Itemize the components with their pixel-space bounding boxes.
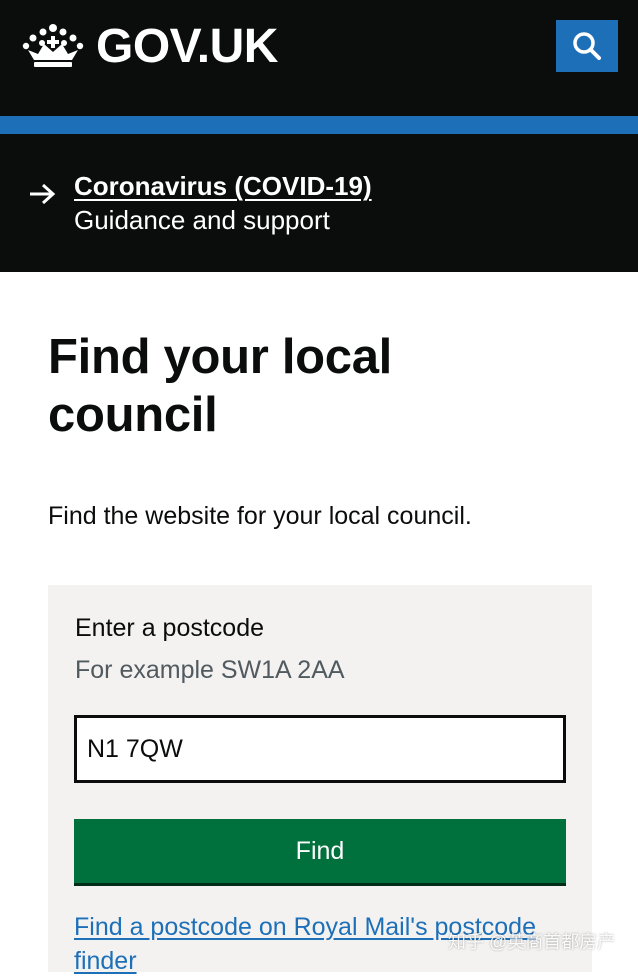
covid-subtext: Guidance and support bbox=[74, 205, 330, 235]
crown-icon bbox=[22, 24, 84, 67]
covid-link[interactable]: Coronavirus (COVID-19) bbox=[74, 170, 372, 202]
lead-paragraph: Find the website for your local council. bbox=[48, 502, 472, 530]
page-title: Find your local council bbox=[48, 330, 392, 442]
search-icon bbox=[573, 32, 601, 60]
header-blue-bar bbox=[0, 116, 638, 134]
covid-banner bbox=[0, 134, 638, 272]
postcode-hint: For example SW1A 2AA bbox=[75, 656, 345, 684]
watermark: 知乎 @英商首都房产 bbox=[448, 932, 616, 952]
arrow-right-icon bbox=[30, 183, 56, 205]
search-button[interactable] bbox=[556, 20, 618, 72]
logo-text: GOV.UK bbox=[96, 20, 278, 73]
postcode-label: Enter a postcode bbox=[75, 614, 265, 642]
find-button[interactable]: Find bbox=[74, 819, 566, 883]
govuk-logo[interactable]: GOV.UK bbox=[22, 22, 278, 72]
postcode-input[interactable] bbox=[74, 715, 566, 783]
